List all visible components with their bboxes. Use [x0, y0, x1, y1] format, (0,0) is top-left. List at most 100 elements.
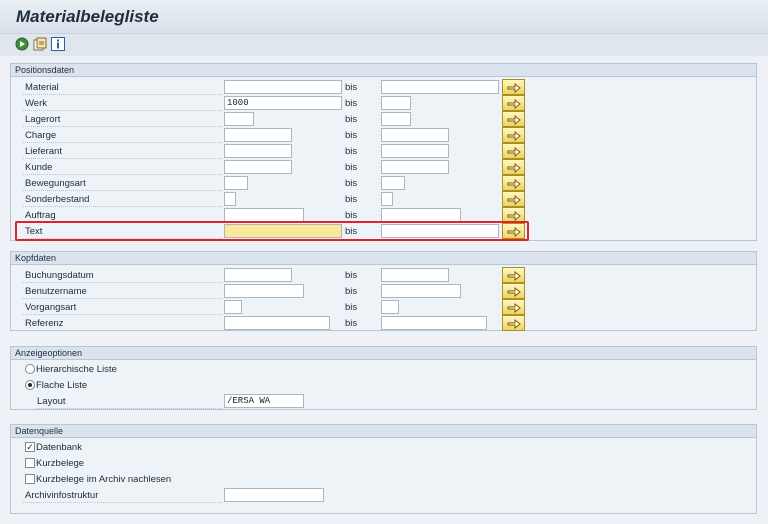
- row-lagerort: Lagerort bis: [11, 111, 756, 128]
- row-benutzername: Benutzername bis: [11, 283, 756, 300]
- layout-input[interactable]: /ERSA WA: [224, 394, 304, 408]
- multiple-selection-button[interactable]: [502, 315, 525, 331]
- title-bar: Materialbelegliste: [0, 0, 768, 34]
- multiple-selection-button[interactable]: [502, 127, 525, 143]
- referenz-to-input[interactable]: [381, 316, 487, 330]
- radio-label: Flache Liste: [36, 380, 88, 391]
- group-title: Anzeigeoptionen: [11, 347, 756, 360]
- kunde-to-input[interactable]: [381, 160, 449, 174]
- lagerort-from-input[interactable]: [224, 112, 254, 126]
- field-label: Lieferant: [23, 145, 222, 159]
- execute-icon[interactable]: [15, 37, 29, 51]
- bis-label: bis: [345, 130, 358, 141]
- checkbox[interactable]: [25, 458, 35, 468]
- buchungsdatum-from-input[interactable]: [224, 268, 292, 282]
- field-label: Sonderbestand: [23, 193, 222, 207]
- multiple-selection-button[interactable]: [502, 191, 525, 207]
- bis-label: bis: [345, 162, 358, 173]
- checkbox-checked[interactable]: ✓: [25, 442, 35, 452]
- group-kopfdaten: Kopfdaten Buchungsdatum bis Benutzername…: [10, 251, 757, 331]
- row-vorgangsart: Vorgangsart bis: [11, 299, 756, 316]
- multiple-selection-button[interactable]: [502, 95, 525, 111]
- multiple-selection-icon: [507, 162, 521, 173]
- get-variant-icon[interactable]: [33, 37, 47, 51]
- row-buchungsdatum: Buchungsdatum bis: [11, 267, 756, 284]
- field-label: Vorgangsart: [23, 301, 222, 315]
- vorgangsart-from-input[interactable]: [224, 300, 242, 314]
- lieferant-to-input[interactable]: [381, 144, 449, 158]
- multiple-selection-icon: [507, 82, 521, 93]
- checkbox-label: Kurzbelege im Archiv nachlesen: [36, 474, 172, 485]
- bis-label: bis: [345, 114, 358, 125]
- multiple-selection-icon: [507, 302, 521, 313]
- multiple-selection-button[interactable]: [502, 159, 525, 175]
- multiple-selection-button[interactable]: [502, 175, 525, 191]
- radio-button-selected[interactable]: [25, 380, 35, 390]
- bis-label: bis: [345, 82, 358, 93]
- referenz-from-input[interactable]: [224, 316, 330, 330]
- vorgangsart-to-input[interactable]: [381, 300, 399, 314]
- charge-to-input[interactable]: [381, 128, 449, 142]
- highlight-box: [15, 221, 529, 241]
- field-label: Layout: [35, 395, 222, 409]
- field-label: Benutzername: [23, 285, 222, 299]
- auftrag-to-input[interactable]: [381, 208, 461, 222]
- multiple-selection-button[interactable]: [502, 143, 525, 159]
- option-datenbank[interactable]: ✓ Datenbank: [11, 440, 756, 456]
- sonderbestand-to-input[interactable]: [381, 192, 393, 206]
- multiple-selection-icon: [507, 210, 521, 221]
- buchungsdatum-to-input[interactable]: [381, 268, 449, 282]
- charge-from-input[interactable]: [224, 128, 292, 142]
- row-sonderbestand: Sonderbestand bis: [11, 191, 756, 208]
- field-label: Werk: [23, 97, 222, 111]
- field-label: Buchungsdatum: [23, 269, 222, 283]
- checkbox[interactable]: [25, 474, 35, 484]
- multiple-selection-button[interactable]: [502, 267, 525, 283]
- row-charge: Charge bis: [11, 127, 756, 144]
- bis-label: bis: [345, 270, 358, 281]
- field-label: Archivinfostruktur: [23, 489, 222, 503]
- kunde-from-input[interactable]: [224, 160, 292, 174]
- row-archivinfostruktur: Archivinfostruktur: [11, 488, 756, 504]
- option-flache-liste[interactable]: Flache Liste: [11, 378, 756, 394]
- group-positionsdaten: Positionsdaten Material bis Werk 1000 bi…: [10, 63, 757, 241]
- werk-to-input[interactable]: [381, 96, 411, 110]
- group-title: Kopfdaten: [11, 252, 756, 265]
- row-layout: Layout /ERSA WA: [11, 394, 756, 410]
- benutzername-from-input[interactable]: [224, 284, 304, 298]
- material-to-input[interactable]: [381, 80, 499, 94]
- multiple-selection-button[interactable]: [502, 283, 525, 299]
- multiple-selection-icon: [507, 98, 521, 109]
- field-label: Bewegungsart: [23, 177, 222, 191]
- benutzername-to-input[interactable]: [381, 284, 461, 298]
- option-kurzbelege[interactable]: Kurzbelege: [11, 456, 756, 472]
- auftrag-from-input[interactable]: [224, 208, 304, 222]
- bis-label: bis: [345, 98, 358, 109]
- radio-button[interactable]: [25, 364, 35, 374]
- sonderbestand-from-input[interactable]: [224, 192, 236, 206]
- bewegungsart-to-input[interactable]: [381, 176, 405, 190]
- bewegungsart-from-input[interactable]: [224, 176, 248, 190]
- option-hierarchische-liste[interactable]: Hierarchische Liste: [11, 362, 756, 378]
- archivinfostruktur-input[interactable]: [224, 488, 324, 502]
- material-from-input[interactable]: [224, 80, 342, 94]
- bis-label: bis: [345, 178, 358, 189]
- row-werk: Werk 1000 bis: [11, 95, 756, 112]
- lagerort-to-input[interactable]: [381, 112, 411, 126]
- row-kunde: Kunde bis: [11, 159, 756, 176]
- field-label: Kunde: [23, 161, 222, 175]
- lieferant-from-input[interactable]: [224, 144, 292, 158]
- application-toolbar: [0, 34, 768, 56]
- multiple-selection-icon: [507, 286, 521, 297]
- field-label: Material: [23, 81, 222, 95]
- multiple-selection-button[interactable]: [502, 299, 525, 315]
- field-label: Charge: [23, 129, 222, 143]
- werk-from-input[interactable]: 1000: [224, 96, 342, 110]
- option-kurzbelege-archiv[interactable]: Kurzbelege im Archiv nachlesen: [11, 472, 756, 488]
- multiple-selection-button[interactable]: [502, 79, 525, 95]
- multiple-selection-button[interactable]: [502, 111, 525, 127]
- multiple-selection-icon: [507, 114, 521, 125]
- info-icon[interactable]: [51, 37, 65, 51]
- bis-label: bis: [345, 146, 358, 157]
- row-material: Material bis: [11, 79, 756, 96]
